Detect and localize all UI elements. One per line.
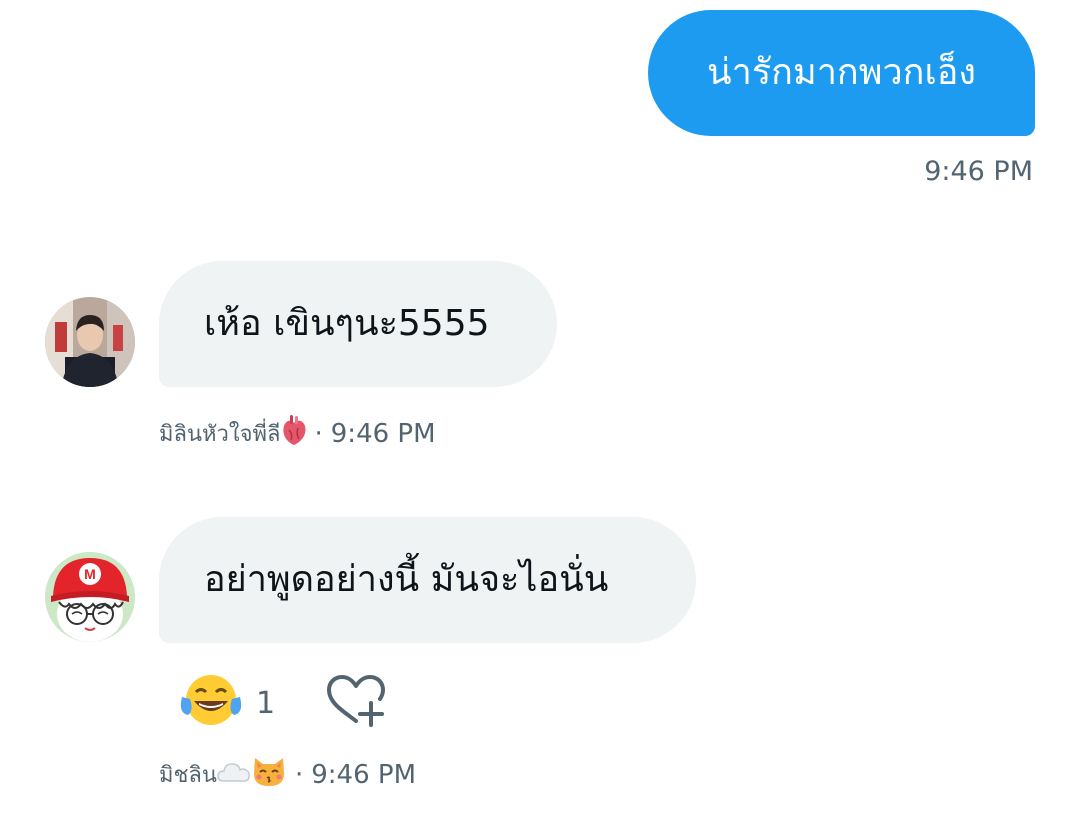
- avatar[interactable]: M: [45, 552, 135, 642]
- cloud-icon: [217, 760, 251, 790]
- reaction-count: 1: [256, 685, 276, 721]
- incoming-message-bubble[interactable]: เห้อ เขินๆนะ5555: [159, 261, 557, 387]
- message-text: เห้อ เขินๆนะ5555: [204, 303, 490, 344]
- message-timestamp: 9:46 PM: [924, 156, 1033, 187]
- separator: ·: [314, 418, 323, 449]
- photo-avatar-icon: [45, 297, 135, 387]
- message-text: อย่าพูดอย่างนี้ มันจะไอนั่น: [204, 559, 609, 600]
- sender-name: มิชลิน: [159, 763, 217, 788]
- separator: ·: [294, 759, 304, 790]
- message-meta: มิชลิน · 9:46 PM: [159, 754, 416, 795]
- cartoon-avatar-icon: M: [45, 552, 135, 642]
- incoming-message-bubble[interactable]: อย่าพูดอย่างนี้ มันจะไอนั่น: [159, 517, 696, 643]
- timestamp: 9:46 PM: [330, 418, 436, 449]
- avatar[interactable]: [45, 297, 135, 387]
- face-with-tears-of-joy-icon[interactable]: [180, 673, 242, 733]
- kissing-cat-icon: [251, 754, 287, 795]
- timestamp: 9:46 PM: [311, 759, 416, 790]
- outgoing-message-bubble[interactable]: น่ารักมากพวกเอ็ง: [648, 10, 1035, 136]
- reactions-row: 1: [180, 673, 387, 733]
- add-reaction-button[interactable]: [325, 673, 387, 733]
- message-text: น่ารักมากพวกเอ็ง: [707, 52, 976, 93]
- message-meta: มิลินหัวใจพี่ลี · 9:46 PM: [159, 414, 436, 453]
- heart-plus-icon: [327, 675, 386, 727]
- anatomical-heart-icon: [281, 414, 307, 453]
- svg-text:M: M: [84, 566, 96, 582]
- timestamp: 9:46 PM: [924, 156, 1033, 187]
- sender-name: มิลินหัวใจพี่ลี: [159, 422, 281, 447]
